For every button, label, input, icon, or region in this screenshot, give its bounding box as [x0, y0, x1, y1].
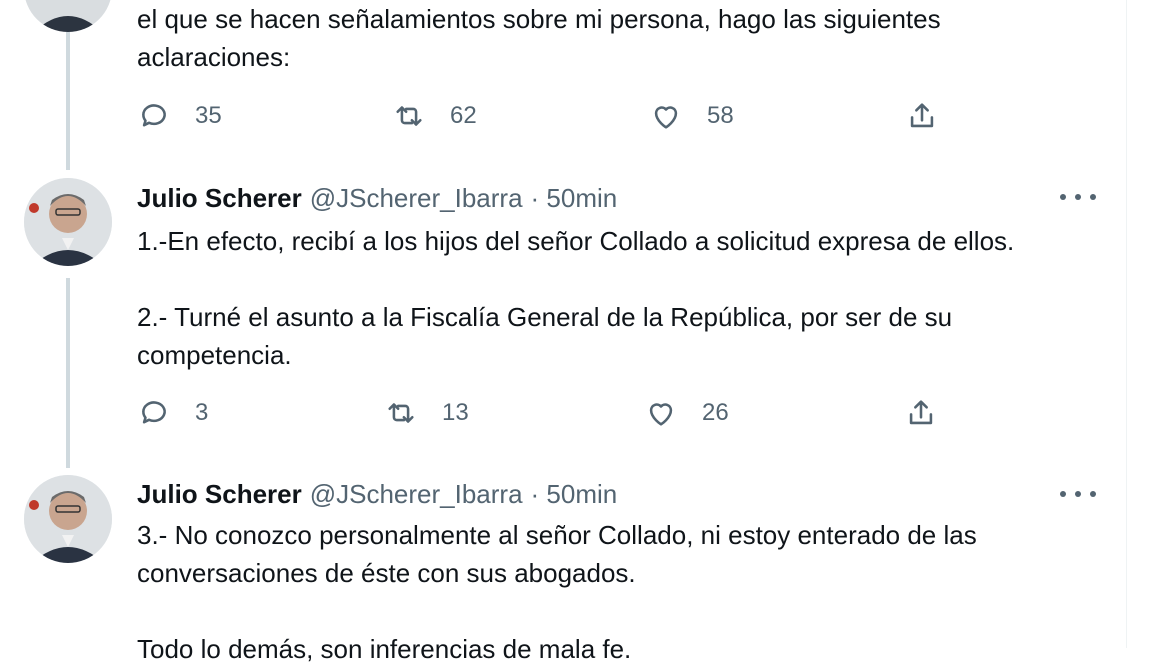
tweet-paragraph: 1.-En efecto, recibí a los hijos del señ…: [137, 226, 1015, 256]
tweet-time[interactable]: · 50min: [531, 479, 618, 510]
more-icon: [1060, 491, 1066, 497]
more-button[interactable]: [1060, 484, 1096, 504]
like-button[interactable]: 58: [649, 99, 734, 133]
share-icon: [909, 400, 933, 425]
more-icon: [1075, 491, 1081, 497]
tweet-actions: 3 13 26: [137, 396, 957, 430]
more-icon: [1060, 194, 1066, 200]
author-handle[interactable]: @JScherer_Ibarra: [310, 183, 523, 214]
share-icon: [910, 103, 934, 128]
author-name[interactable]: Julio Scherer: [137, 479, 302, 510]
retweet-icon: [388, 403, 414, 423]
more-icon: [1075, 194, 1081, 200]
share-button[interactable]: [905, 99, 939, 133]
reply-button[interactable]: 35: [137, 99, 222, 133]
tweet-time[interactable]: · 50min: [531, 183, 618, 214]
reply-icon: [142, 104, 166, 127]
retweet-button[interactable]: 13: [384, 396, 469, 430]
share-button[interactable]: [904, 396, 938, 430]
reply-button[interactable]: 3: [137, 396, 208, 430]
tweet-paragraph: el que se hacen señalamientos sobre mi p…: [137, 4, 941, 72]
avatar[interactable]: [24, 178, 112, 266]
more-icon: [1090, 491, 1096, 497]
heart-icon: [649, 403, 673, 426]
tweet-header: Julio Scherer @JScherer_Ibarra · 50min: [137, 477, 617, 511]
like-button[interactable]: 26: [644, 396, 729, 430]
tweet-text: 1.-En efecto, recibí a los hijos del señ…: [137, 222, 1097, 374]
author-name[interactable]: Julio Scherer: [137, 183, 302, 214]
tweet-paragraph: 3.- No conozco personalmente al señor Co…: [137, 520, 977, 588]
thread-connector: [66, 278, 70, 468]
author-handle[interactable]: @JScherer_Ibarra: [310, 479, 523, 510]
tweet-text: el que se hacen señalamientos sobre mi p…: [137, 0, 1097, 76]
retweet-count: 13: [442, 399, 469, 426]
reply-count: 35: [195, 102, 222, 129]
heart-icon: [654, 106, 678, 129]
timeline-border: [1126, 0, 1127, 648]
tweet-header: Julio Scherer @JScherer_Ibarra · 50min: [137, 181, 617, 215]
tweet-actions: 35 62 58: [137, 99, 957, 133]
reply-icon: [142, 401, 166, 424]
tweet-paragraph: Todo lo demás, son inferencias de mala f…: [137, 634, 632, 664]
tweet-text: 3.- No conozco personalmente al señor Co…: [137, 516, 1097, 668]
reply-count: 3: [195, 399, 209, 426]
like-count: 26: [702, 399, 729, 426]
retweet-count: 62: [450, 102, 477, 129]
avatar[interactable]: [24, 0, 112, 32]
more-icon: [1090, 194, 1096, 200]
avatar[interactable]: [24, 475, 112, 563]
retweet-icon: [396, 106, 422, 126]
retweet-button[interactable]: 62: [392, 99, 477, 133]
tweet-paragraph: 2.- Turné el asunto a la Fiscalía Genera…: [137, 302, 953, 370]
like-count: 58: [707, 102, 734, 129]
more-button[interactable]: [1060, 187, 1096, 207]
